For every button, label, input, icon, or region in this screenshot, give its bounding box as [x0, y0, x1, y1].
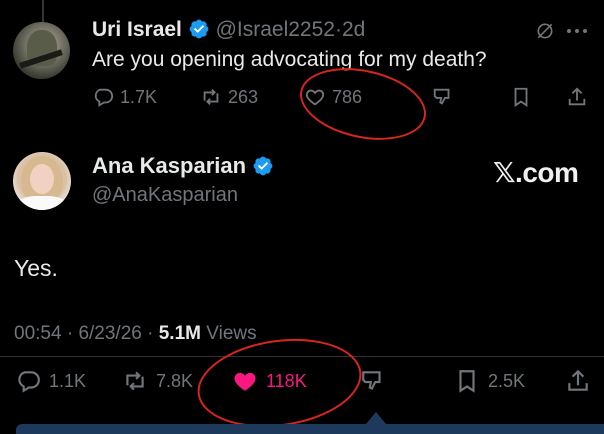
share-icon — [568, 369, 588, 391]
x-watermark: 𝕏.com — [493, 157, 579, 188]
dislike-icon — [433, 88, 450, 105]
tooltip-pointer — [366, 412, 386, 424]
post-time-separator: · — [66, 323, 74, 344]
grok-icon[interactable] — [535, 21, 555, 41]
post-meta: 00:54 · 6/23/26 · 5.1M Views — [14, 323, 257, 345]
reply-icon — [94, 88, 114, 107]
reply-display-name[interactable]: Uri Israel — [92, 18, 182, 41]
reply-dislike-button[interactable] — [432, 86, 454, 108]
post-repost-count: 7.8K — [156, 370, 194, 391]
bookmark-icon — [459, 370, 475, 393]
bookmark-icon — [514, 87, 528, 107]
reply-composer-bar[interactable] — [16, 424, 604, 434]
post-text: Yes. — [14, 255, 58, 281]
post-time[interactable]: 00:54 — [14, 323, 62, 344]
post-repost-button[interactable]: 7.8K — [122, 368, 193, 394]
reply-handle[interactable]: @Israel2252 — [216, 18, 335, 41]
reply-share-button[interactable] — [566, 86, 588, 108]
repost-icon — [203, 89, 219, 105]
post-display-name[interactable]: Ana Kasparian — [92, 153, 246, 178]
dislike-icon — [362, 371, 381, 391]
reply-repost-button[interactable]: 263 — [200, 86, 258, 108]
post-author: Ana Kasparian — [92, 153, 274, 179]
post-handle[interactable]: @AnaKasparian — [92, 184, 238, 207]
reply-icon — [18, 371, 40, 393]
more-icon[interactable] — [566, 26, 588, 36]
reply-repost-count: 263 — [228, 86, 259, 107]
post-date[interactable]: 6/23/26 — [78, 323, 141, 344]
reply-text: Are you opening advocating for my death? — [92, 48, 487, 71]
avatar-uri-israel[interactable] — [13, 22, 70, 79]
verified-badge-icon — [189, 19, 209, 39]
reply-bookmark-button[interactable] — [510, 86, 532, 108]
reply-separator: · — [334, 18, 342, 41]
reply-reply-button[interactable]: 1.7K — [92, 86, 157, 108]
repost-icon — [126, 371, 144, 391]
post-dislike-button[interactable] — [360, 368, 386, 394]
verified-badge-icon — [253, 156, 273, 176]
share-icon — [568, 87, 586, 106]
post-share-button[interactable] — [565, 368, 591, 394]
post-bookmark-button[interactable]: 2.5K — [454, 368, 525, 394]
post-reply-count: 1.1K — [49, 370, 87, 391]
reply-header: Uri Israel @Israel2252·2d — [92, 18, 365, 42]
reply-reply-count: 1.7K — [120, 86, 158, 107]
reply-time[interactable]: 2d — [342, 18, 365, 41]
avatar-ana-kasparian[interactable] — [13, 152, 71, 210]
post-views-count: 5.1M — [158, 323, 201, 344]
post-date-separator: · — [147, 323, 154, 344]
post-reply-button[interactable]: 1.1K — [15, 368, 86, 394]
thread-line — [42, 0, 44, 22]
post-views-label: Views — [206, 323, 257, 344]
post-bookmark-count: 2.5K — [488, 370, 526, 391]
